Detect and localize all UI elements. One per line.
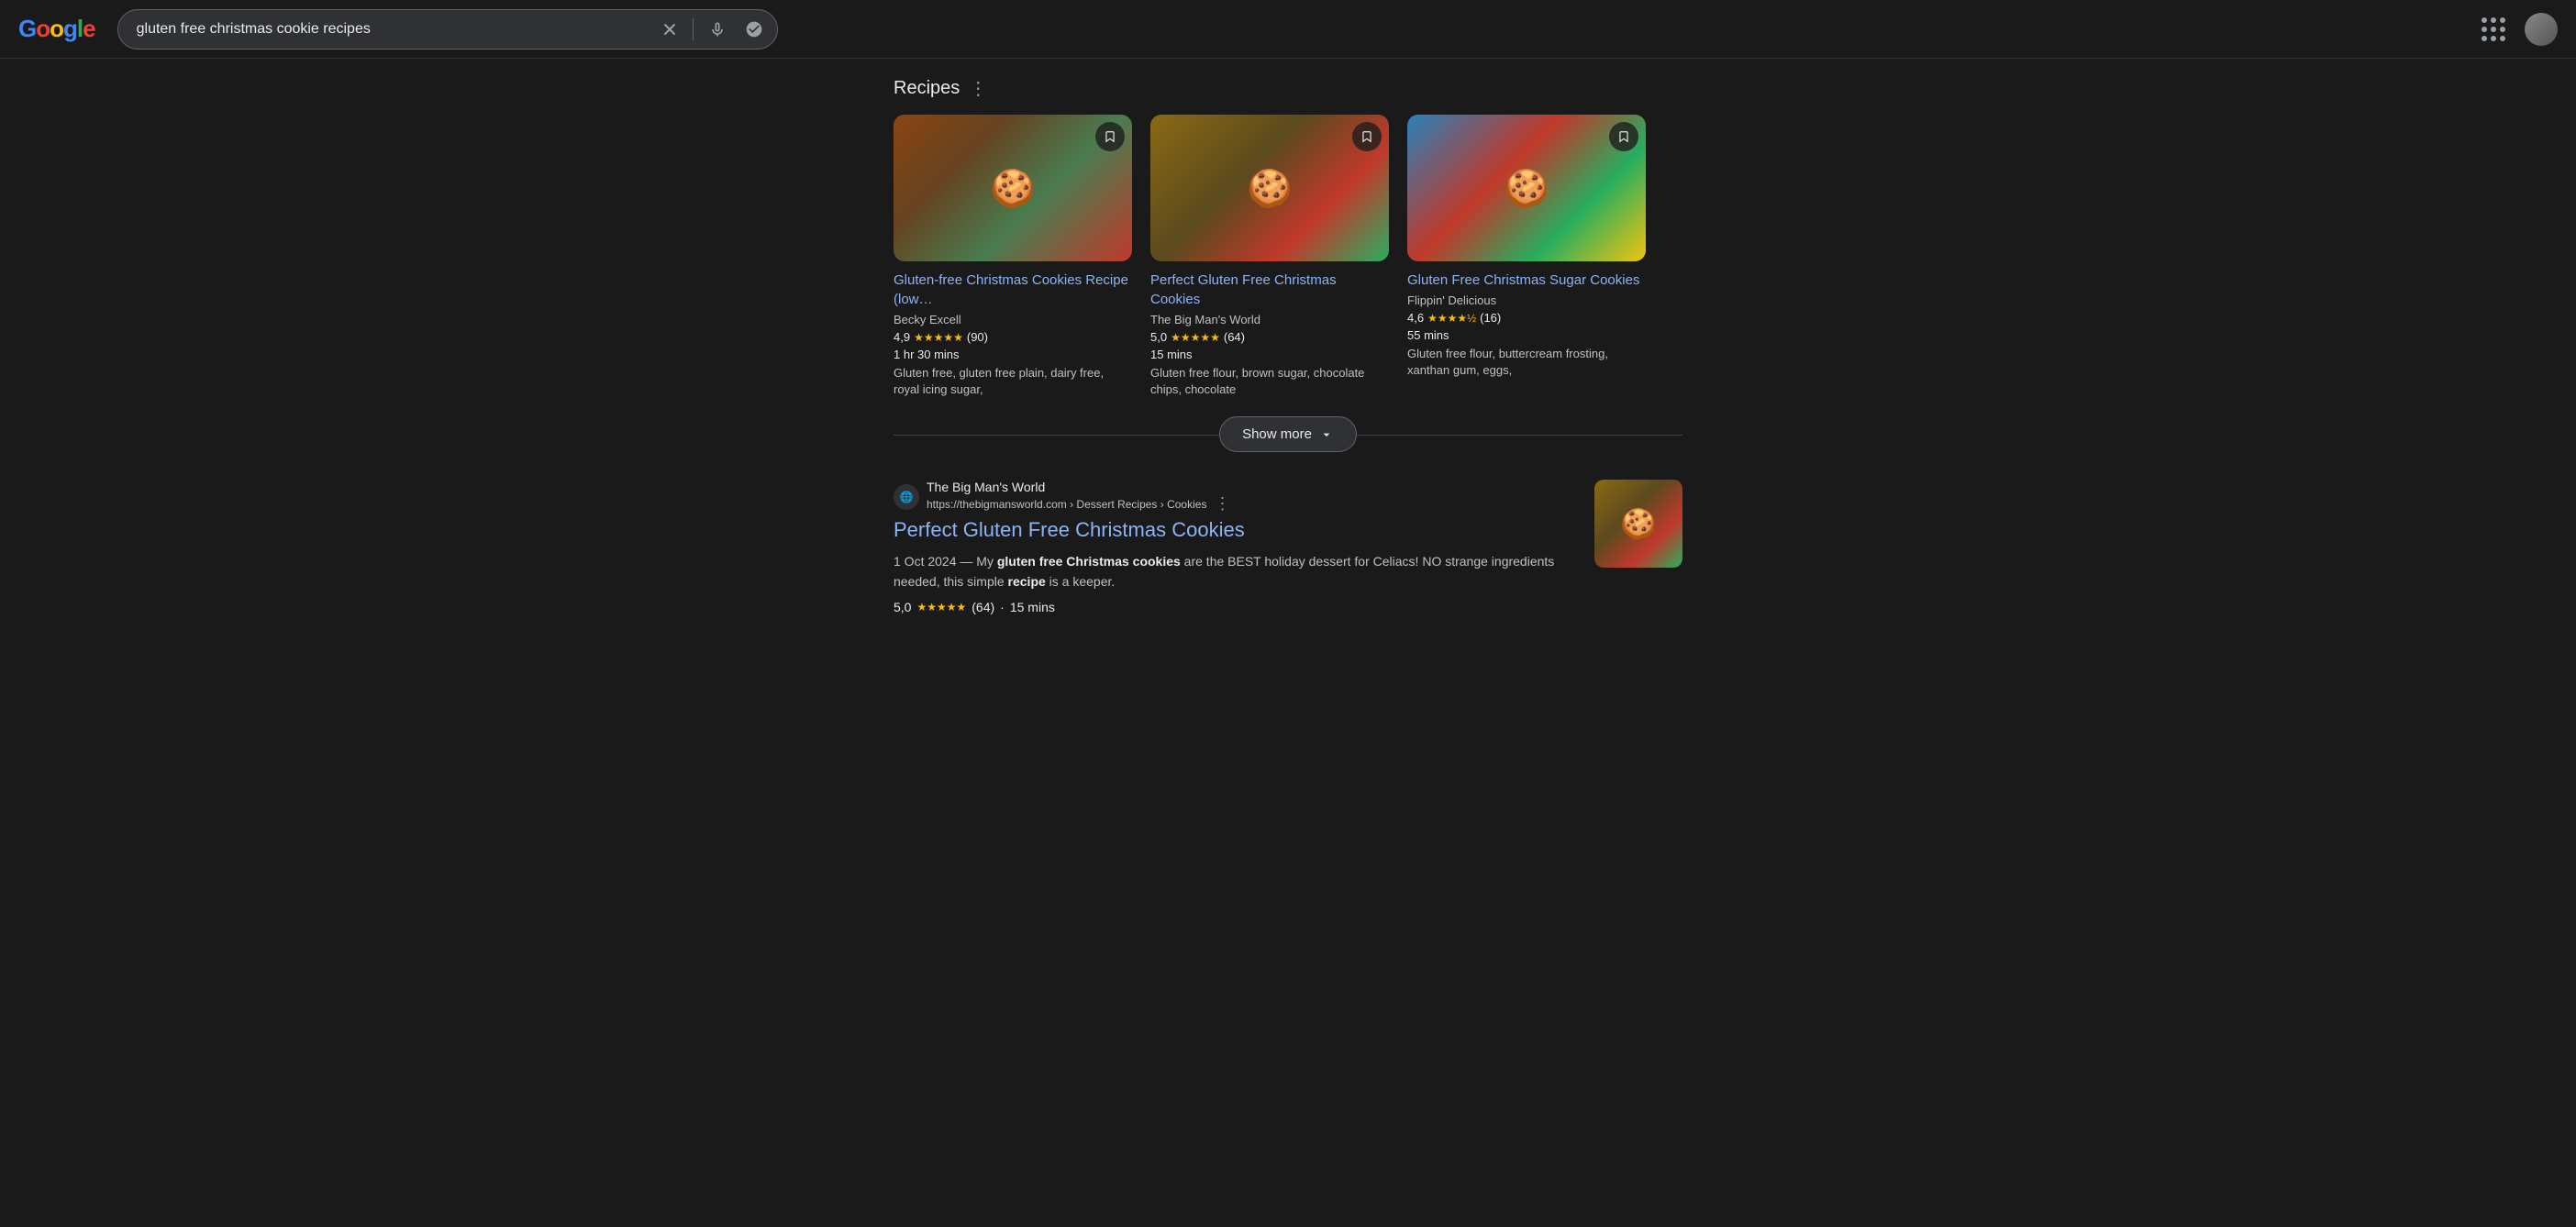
clear-button[interactable] xyxy=(658,17,682,41)
site-name: The Big Man's World xyxy=(927,480,1234,494)
recipe-source-2: The Big Man's World xyxy=(1150,313,1389,326)
header: Google xyxy=(0,0,2576,59)
recipe-cards: 🍪 Gluten-free Christmas Cookies Recipe (… xyxy=(894,115,1682,398)
search-divider xyxy=(693,18,694,40)
google-logo: Google xyxy=(18,15,95,43)
search-bar-icons xyxy=(658,17,767,42)
chevron-down-icon xyxy=(1319,427,1334,442)
result-thumbnail: 🍪 xyxy=(1594,480,1682,568)
show-more-container: Show more xyxy=(894,416,1682,452)
avatar[interactable] xyxy=(2525,13,2558,46)
recipe-title-2[interactable]: Perfect Gluten Free Christmas Cookies xyxy=(1150,271,1389,309)
result-description: 1 Oct 2024 — My gluten free Christmas co… xyxy=(894,551,1580,592)
recipe-card-2[interactable]: 🍪 Perfect Gluten Free Christmas Cookies … xyxy=(1150,115,1389,398)
result-source: 🌐 The Big Man's World https://thebigmans… xyxy=(894,480,1580,514)
recipe-ingredients-2: Gluten free flour, brown sugar, chocolat… xyxy=(1150,365,1389,398)
result-content: 🌐 The Big Man's World https://thebigmans… xyxy=(894,480,1580,614)
result-title[interactable]: Perfect Gluten Free Christmas Cookies xyxy=(894,517,1580,544)
recipes-more-options[interactable]: ⋮ xyxy=(969,77,987,100)
show-more-button[interactable]: Show more xyxy=(1219,416,1357,452)
recipes-header: Recipes ⋮ xyxy=(894,77,1682,100)
recipe-title-3[interactable]: Gluten Free Christmas Sugar Cookies xyxy=(1407,271,1646,290)
recipe-image-3: 🍪 xyxy=(1407,115,1646,261)
recipe-source-1: Becky Excell xyxy=(894,313,1132,326)
recipes-title: Recipes xyxy=(894,78,960,99)
recipe-rating-1: 4,9 ★★★★★ (90) xyxy=(894,330,1132,344)
lens-button[interactable] xyxy=(741,17,767,42)
search-bar-container xyxy=(117,9,778,50)
recipe-time-2: 15 mins xyxy=(1150,348,1389,361)
header-right xyxy=(2477,13,2558,46)
recipe-rating-3: 4,6 ★★★★½ (16) xyxy=(1407,311,1646,325)
recipe-ingredients-1: Gluten free, gluten free plain, dairy fr… xyxy=(894,365,1132,398)
bookmark-button-2[interactable] xyxy=(1352,122,1382,151)
recipe-source-3: Flippin' Delicious xyxy=(1407,293,1646,307)
recipe-image-2: 🍪 xyxy=(1150,115,1389,261)
recipe-image-1: 🍪 xyxy=(894,115,1132,261)
recipe-rating-2: 5,0 ★★★★★ (64) xyxy=(1150,330,1389,344)
recipe-card-3[interactable]: 🍪 Gluten Free Christmas Sugar Cookies Fl… xyxy=(1407,115,1646,398)
result-meta: 5,0 ★★★★★ (64) · 15 mins xyxy=(894,600,1580,614)
search-result: 🌐 The Big Man's World https://thebigmans… xyxy=(894,480,1682,614)
show-more-label: Show more xyxy=(1242,426,1312,442)
site-info: The Big Man's World https://thebigmanswo… xyxy=(927,480,1234,514)
bookmark-button-3[interactable] xyxy=(1609,122,1638,151)
apps-button[interactable] xyxy=(2477,13,2510,46)
result-source-line: https://thebigmansworld.com › Dessert Re… xyxy=(927,494,1234,514)
recipe-ingredients-3: Gluten free flour, buttercream frosting,… xyxy=(1407,346,1646,379)
site-favicon: 🌐 xyxy=(894,484,919,510)
recipe-time-1: 1 hr 30 mins xyxy=(894,348,1132,361)
recipe-title-1[interactable]: Gluten-free Christmas Cookies Recipe (lo… xyxy=(894,271,1132,309)
main-content: Recipes ⋮ 🍪 Gluten-free Christmas Cookie… xyxy=(875,59,1701,633)
recipe-time-3: 55 mins xyxy=(1407,328,1646,342)
recipe-card-1[interactable]: 🍪 Gluten-free Christmas Cookies Recipe (… xyxy=(894,115,1132,398)
result-more-options[interactable]: ⋮ xyxy=(1210,494,1234,514)
voice-search-button[interactable] xyxy=(705,17,730,42)
bookmark-button-1[interactable] xyxy=(1095,122,1125,151)
site-url: https://thebigmansworld.com › Dessert Re… xyxy=(927,498,1206,511)
